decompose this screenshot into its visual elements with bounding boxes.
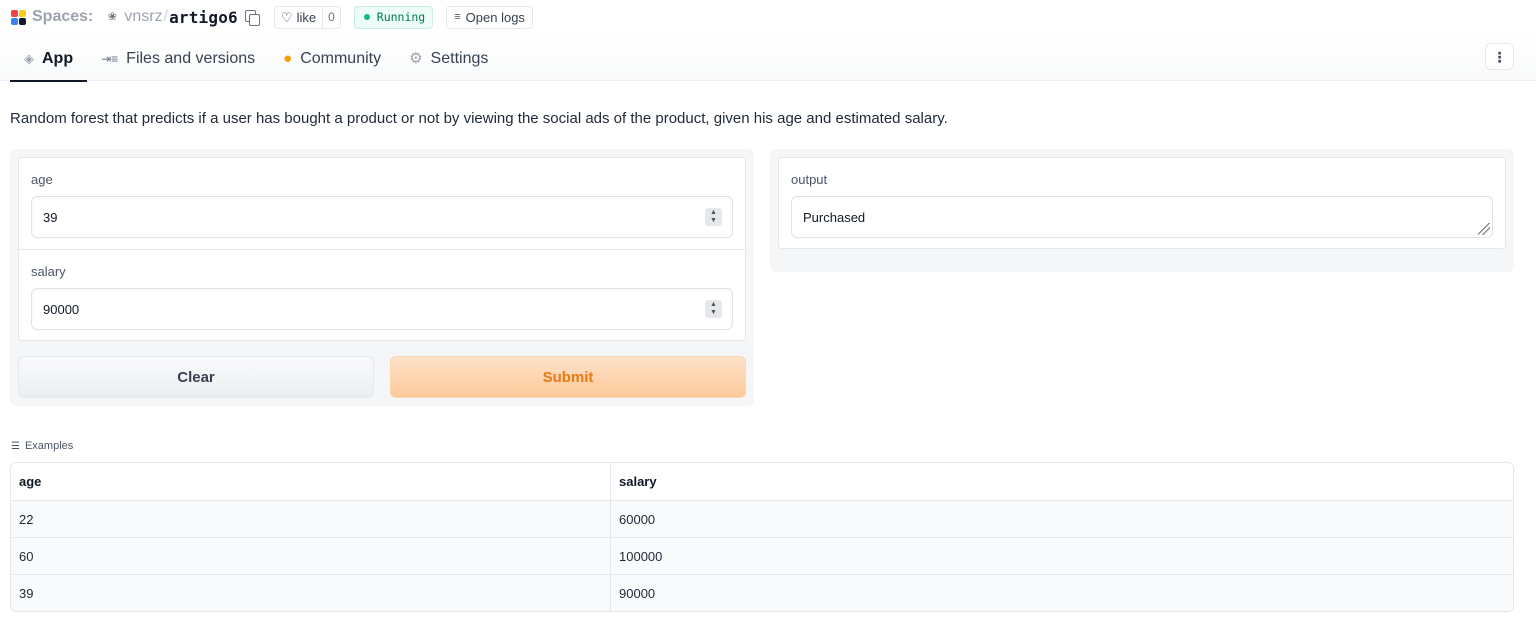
owner-avatar-icon[interactable]: ❀ (105, 10, 119, 24)
clear-button[interactable]: Clear (18, 356, 374, 398)
stepper-down-icon[interactable]: ▼ (710, 217, 717, 225)
tab-app[interactable]: ◈ App (10, 36, 88, 82)
space-tabs: ◈ App ⇥≡ Files and versions ● Community … (10, 36, 502, 82)
stepper-up-icon[interactable]: ▲ (710, 209, 717, 217)
examples-title: Examples (24, 440, 74, 452)
submit-button[interactable]: Submit (390, 356, 746, 398)
column-header-age: age (11, 463, 611, 500)
tab-settings-label: Settings (430, 49, 489, 67)
repo-name[interactable]: artigo6 (169, 8, 238, 27)
age-field-block: age 39 ▲ ▼ (19, 158, 745, 249)
copy-icon[interactable] (244, 10, 260, 26)
status-dot-icon (363, 14, 370, 20)
owner-link[interactable]: vnsrz (124, 8, 162, 26)
example-salary-cell[interactable]: 60000 (611, 501, 1513, 537)
output-panel: output Purchased (770, 149, 1514, 272)
example-row[interactable]: 60 100000 (11, 537, 1513, 574)
space-header: Spaces: ❀ vnsrz / artigo6 ♡ like 0 Runni… (0, 0, 1536, 82)
age-label: age (31, 172, 53, 187)
files-icon: ⇥≡ (101, 51, 119, 66)
stepper-up-icon[interactable]: ▲ (710, 301, 717, 309)
examples-header: ☰ Examples (11, 440, 73, 452)
open-logs-label: Open logs (465, 9, 525, 25)
community-icon: ● (283, 50, 293, 67)
salary-label: salary (31, 264, 66, 279)
tab-files-and-versions[interactable]: ⇥≡ Files and versions (87, 36, 269, 81)
output-block: output Purchased (778, 157, 1506, 249)
example-row[interactable]: 22 60000 (11, 500, 1513, 537)
status-text: Running (376, 10, 426, 24)
like-main[interactable]: ♡ like (275, 7, 322, 28)
status-badge: Running (353, 5, 434, 29)
salary-input[interactable]: 90000 ▲ ▼ (31, 288, 733, 330)
open-logs-button[interactable]: ≡ Open logs (446, 5, 533, 29)
tab-app-label: App (42, 49, 74, 67)
app-description: Random forest that predicts if a user ha… (10, 110, 948, 127)
age-input[interactable]: 39 ▲ ▼ (31, 196, 733, 238)
salary-field-block: salary 90000 ▲ ▼ (19, 249, 745, 340)
age-stepper[interactable]: ▲ ▼ (705, 208, 722, 226)
example-salary-cell[interactable]: 100000 (611, 538, 1513, 574)
output-label: output (791, 172, 828, 187)
tab-community[interactable]: ● Community (269, 36, 395, 81)
column-header-salary: salary (619, 474, 657, 489)
salary-stepper[interactable]: ▲ ▼ (705, 300, 722, 318)
path-separator: / (163, 8, 169, 25)
example-age-cell[interactable]: 60 (11, 538, 611, 574)
like-label: like (296, 9, 317, 25)
spaces-label[interactable]: Spaces: (32, 8, 93, 26)
example-salary-cell[interactable]: 90000 (611, 575, 1513, 611)
examples-table: age salary 22 60000 60 100000 39 90000 (10, 462, 1514, 612)
logs-icon: ≡ (454, 11, 461, 23)
example-age-cell[interactable]: 22 (11, 501, 611, 537)
space-title-row: Spaces: ❀ vnsrz / artigo6 ♡ like 0 Runni… (11, 5, 533, 29)
like-count[interactable]: 0 (322, 6, 340, 28)
tab-community-label: Community (300, 49, 382, 67)
heart-icon: ♡ (280, 9, 293, 25)
input-panel: age 39 ▲ ▼ salary 90000 ▲ ▼ Clear Submit (10, 149, 754, 406)
example-age-cell[interactable]: 39 (11, 575, 611, 611)
input-fields: age 39 ▲ ▼ salary 90000 ▲ ▼ (18, 157, 746, 341)
age-value: 39 (43, 209, 58, 225)
stepper-down-icon[interactable]: ▼ (710, 309, 717, 317)
output-value: Purchased (803, 209, 866, 225)
gear-icon: ⚙ (409, 50, 423, 67)
more-options-button[interactable]: ⋮ (1485, 43, 1514, 70)
list-icon: ☰ (11, 440, 20, 452)
spaces-logo-icon (11, 9, 26, 25)
kebab-menu-icon: ⋮ (1492, 48, 1507, 65)
example-row[interactable]: 39 90000 (11, 574, 1513, 611)
salary-value: 90000 (43, 301, 80, 317)
output-textbox[interactable]: Purchased (791, 196, 1493, 238)
app-cube-icon: ◈ (24, 51, 34, 66)
resize-handle-icon[interactable] (1478, 223, 1490, 235)
tab-settings[interactable]: ⚙ Settings (395, 36, 502, 81)
like-button[interactable]: ♡ like 0 (273, 5, 341, 29)
tab-files-label: Files and versions (126, 49, 256, 67)
examples-header-row: age salary (11, 463, 1513, 500)
